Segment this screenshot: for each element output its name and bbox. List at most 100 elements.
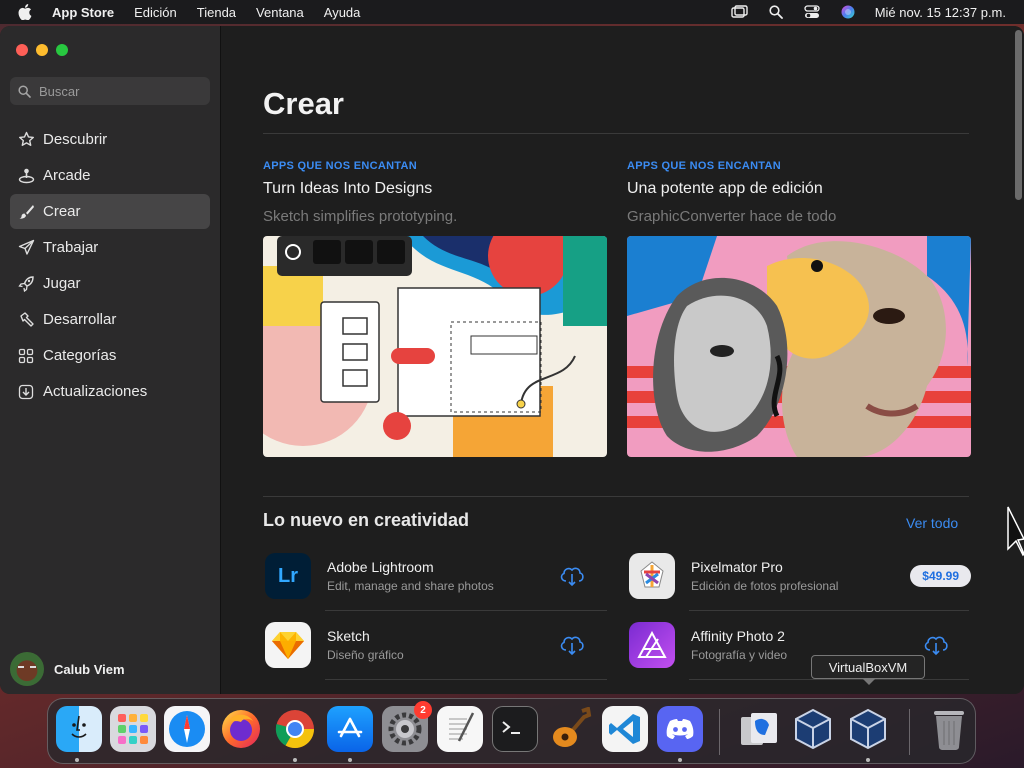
grid-icon — [16, 347, 36, 365]
sketch-feature-artwork — [263, 236, 607, 457]
content-scrollbar[interactable] — [1012, 26, 1024, 694]
minimize-window-button[interactable] — [36, 44, 48, 56]
control-center-icon[interactable] — [803, 4, 821, 20]
dock-launchpad-icon[interactable] — [110, 706, 156, 752]
dock-virtualbox-icon[interactable] — [790, 706, 836, 752]
paperplane-icon — [16, 239, 36, 257]
graphicconverter-feature-artwork — [627, 236, 971, 457]
dock-trash-icon[interactable] — [926, 706, 972, 752]
dock-discord-icon[interactable] — [657, 706, 703, 752]
see-all-link[interactable]: Ver todo — [906, 515, 958, 531]
app-description: Edit, manage and share photos — [327, 579, 494, 593]
main-content: Crear APPS QUE NOS ENCANTAN Turn Ideas I… — [222, 26, 1012, 694]
running-indicator — [678, 758, 682, 762]
title-divider — [263, 133, 969, 134]
search-icon — [18, 84, 31, 98]
dock-tooltip: VirtualBoxVM — [811, 655, 925, 685]
sidebar-item-label: Desarrollar — [43, 311, 117, 328]
dock-vscode-icon[interactable] — [602, 706, 648, 752]
dock-finder-icon[interactable] — [56, 706, 102, 752]
mouse-cursor-icon — [1007, 506, 1024, 557]
sidebar-item-desarrollar[interactable]: Desarrollar — [10, 302, 210, 337]
feature-kicker: APPS QUE NOS ENCANTAN — [627, 160, 781, 172]
apple-menu-icon[interactable] — [18, 4, 38, 20]
window-controls — [16, 44, 68, 56]
siri-icon[interactable] — [839, 4, 857, 20]
app-name: Pixelmator Pro — [691, 559, 783, 575]
app-name: Sketch — [327, 628, 370, 644]
app-row-adobe-lightroom[interactable]: Lr Adobe Lightroom Edit, manage and shar… — [263, 546, 607, 606]
dock-firefox-icon[interactable] — [218, 706, 264, 752]
menu-bar: App Store Edición Tienda Ventana Ayuda M… — [0, 0, 1024, 24]
sidebar-item-trabajar[interactable]: Trabajar — [10, 230, 210, 265]
sidebar-item-label: Categorías — [43, 347, 117, 364]
dock-system-settings-icon[interactable]: 2 — [382, 701, 432, 752]
menu-ayuda[interactable]: Ayuda — [324, 5, 361, 20]
hammer-icon — [16, 311, 36, 329]
dock-virtualboxvm-icon[interactable] — [845, 706, 891, 752]
dock-textedit-icon[interactable] — [437, 706, 483, 752]
sidebar-item-actualizaciones[interactable]: Actualizaciones — [10, 374, 210, 409]
dock-preview-icon[interactable] — [736, 706, 782, 752]
dock-garageband-icon[interactable] — [547, 706, 593, 752]
cloud-download-icon[interactable] — [557, 563, 587, 589]
affinity-photo-app-icon — [629, 622, 675, 668]
dock: 2 — [47, 698, 976, 764]
cloud-download-icon[interactable] — [921, 632, 951, 658]
sidebar-item-label: Jugar — [43, 275, 81, 292]
price-button[interactable]: $49.99 — [910, 565, 971, 587]
spotlight-search-icon[interactable] — [767, 4, 785, 20]
row-divider — [689, 610, 969, 611]
close-window-button[interactable] — [16, 44, 28, 56]
search-input[interactable] — [39, 83, 199, 99]
cloud-download-icon[interactable] — [557, 632, 587, 658]
app-row-pixelmator-pro[interactable]: Pixelmator Pro Edición de fotos profesio… — [627, 546, 971, 606]
sidebar-item-categorias[interactable]: Categorías — [10, 338, 210, 373]
joystick-icon — [16, 167, 36, 185]
scrollbar-thumb[interactable] — [1015, 30, 1022, 200]
sidebar-item-descubrir[interactable]: Descubrir — [10, 122, 210, 157]
dock-terminal-icon[interactable] — [492, 706, 538, 752]
dock-safari-icon[interactable] — [164, 706, 210, 752]
search-box[interactable] — [10, 77, 210, 105]
sidebar-item-label: Descubrir — [43, 131, 108, 148]
app-row-sketch[interactable]: Sketch Diseño gráfico — [263, 615, 607, 675]
pixelmator-app-icon — [629, 553, 675, 599]
sidebar-item-label: Trabajar — [43, 239, 99, 256]
menu-ventana[interactable]: Ventana — [256, 5, 304, 20]
sidebar-item-jugar[interactable]: Jugar — [10, 266, 210, 301]
sidebar-nav: Descubrir Arcade Crear Trabajar Jugar De… — [10, 122, 210, 410]
row-divider — [325, 679, 607, 680]
feature-title: Turn Ideas Into Designs — [263, 180, 433, 197]
feature-card-graphicconverter[interactable]: APPS QUE NOS ENCANTAN Una potente app de… — [627, 160, 971, 457]
rocket-icon — [16, 275, 36, 293]
user-name: Calub Viem — [54, 661, 125, 677]
app-store-window: Descubrir Arcade Crear Trabajar Jugar De… — [0, 26, 1024, 694]
sidebar-item-crear[interactable]: Crear — [10, 194, 210, 229]
user-account[interactable]: Calub Viem — [10, 652, 125, 686]
app-name: Affinity Photo 2 — [691, 628, 785, 644]
lightroom-app-icon: Lr — [265, 553, 311, 599]
running-indicator — [75, 758, 79, 762]
dock-app-store-icon[interactable] — [327, 706, 373, 752]
running-indicator — [348, 758, 352, 762]
star-icon — [16, 131, 36, 149]
app-description: Edición de fotos profesional — [691, 579, 839, 593]
app-description: Diseño gráfico — [327, 648, 404, 662]
sidebar: Descubrir Arcade Crear Trabajar Jugar De… — [0, 26, 221, 694]
menu-tienda[interactable]: Tienda — [197, 5, 236, 20]
notification-badge: 2 — [414, 701, 432, 719]
menu-edicion[interactable]: Edición — [134, 5, 177, 20]
dock-chrome-icon[interactable] — [272, 706, 318, 752]
feature-card-sketch[interactable]: APPS QUE NOS ENCANTAN Turn Ideas Into De… — [263, 160, 607, 457]
dock-separator — [909, 709, 910, 755]
app-name: Adobe Lightroom — [327, 559, 434, 575]
screen-mirroring-icon[interactable] — [731, 4, 749, 20]
zoom-window-button[interactable] — [56, 44, 68, 56]
menu-bar-clock[interactable]: Mié nov. 15 12:37 p.m. — [875, 5, 1006, 20]
feature-kicker: APPS QUE NOS ENCANTAN — [263, 160, 417, 172]
page-title: Crear — [263, 86, 344, 121]
sidebar-item-arcade[interactable]: Arcade — [10, 158, 210, 193]
running-indicator — [293, 758, 297, 762]
menu-app-store[interactable]: App Store — [52, 5, 114, 20]
